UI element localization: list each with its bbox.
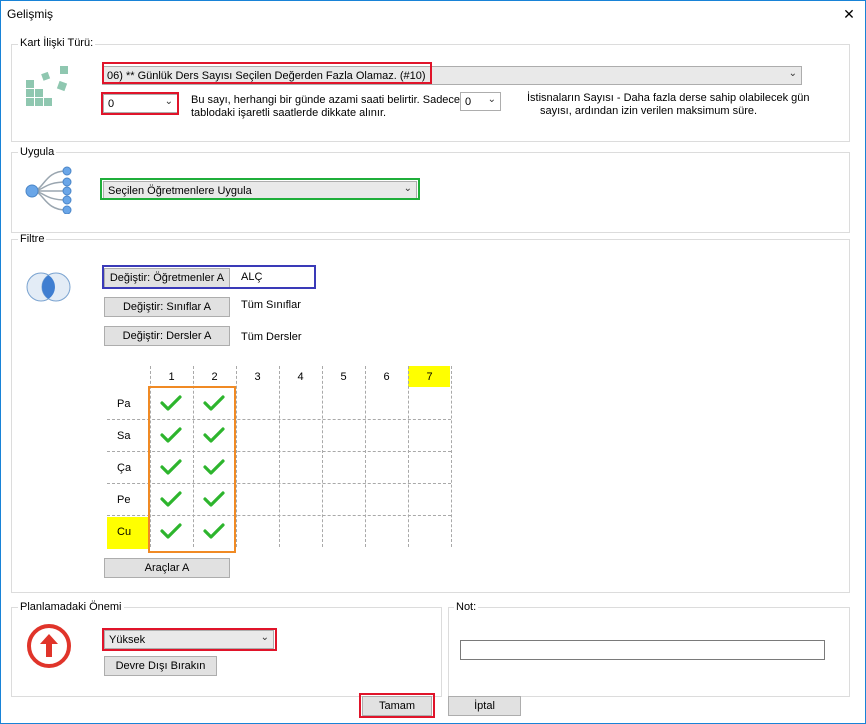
highlight-apply [100,178,420,200]
day-label-ça[interactable]: Ça [117,462,131,474]
highlight-relation-type [102,62,432,84]
highlight-ok [359,693,435,718]
day-label-pa[interactable]: Pa [117,398,130,410]
title-bar: Gelişmiş ✕ [1,1,863,27]
apply-legend: Uygula [18,146,57,158]
highlight-importance [102,628,277,651]
hierarchy-icon [25,166,72,214]
tools-button[interactable]: Araçlar A [104,558,230,578]
highlight-teachers-filter [102,265,316,289]
period-header-4[interactable]: 4 [279,371,322,383]
day-label-pe[interactable]: Pe [117,494,130,506]
grid-line [322,366,323,547]
close-icon[interactable]: ✕ [835,1,863,27]
importance-group [11,607,442,697]
note-input[interactable] [460,640,825,660]
subjects-filter-value: Tüm Dersler [241,331,302,343]
disable-button[interactable]: Devre Dışı Bırakın [104,656,217,676]
change-classes-button[interactable]: Değiştir: Sınıflar A [104,297,230,317]
period-header-2[interactable]: 2 [193,371,236,383]
highlight-count [101,92,179,115]
grid-line [236,366,237,547]
change-subjects-button[interactable]: Değiştir: Dersler A [104,326,230,346]
cards-icon [26,66,68,106]
period-header-6[interactable]: 6 [365,371,408,383]
day-label-cu[interactable]: Cu [117,526,131,538]
dialog-title: Gelişmiş [7,7,54,21]
exception-description-line1: İstisnaların Sayısı - Daha fazla derse s… [527,92,810,104]
grid-line [408,366,409,547]
grid-line [279,366,280,547]
period-header-3[interactable]: 3 [236,371,279,383]
exception-count-select[interactable]: 0 ⌄ [460,92,501,111]
classes-filter-value: Tüm Sınıflar [241,299,301,311]
exception-count-value: 0 [465,96,472,108]
filter-legend: Filtre [18,233,47,245]
grid-line [365,366,366,547]
count-description-line2: tablodaki işaretli saatlerde dikkate alı… [191,107,387,119]
grid-line [451,366,452,547]
cancel-button[interactable]: İptal [448,696,521,716]
highlight-checked-periods [148,386,236,553]
relation-type-legend: Kart İlişki Türü: [18,37,96,49]
note-legend: Not: [454,601,479,613]
day-label-sa[interactable]: Sa [117,430,130,442]
chevron-down-icon: ⌄ [788,68,797,79]
importance-legend: Planlamadaki Önemi [18,601,124,613]
period-header-1[interactable]: 1 [150,371,193,383]
exception-description-line2: sayısı, ardından izin verilen maksimum s… [540,105,758,117]
period-header-7[interactable]: 7 [408,371,451,383]
venn-filter-icon [26,272,71,302]
chevron-down-icon: ⌄ [487,94,496,105]
period-header-5[interactable]: 5 [322,371,365,383]
count-description-line1: Bu sayı, herhangi bir günde azami saati … [191,94,461,106]
arrow-up-icon [27,624,71,668]
